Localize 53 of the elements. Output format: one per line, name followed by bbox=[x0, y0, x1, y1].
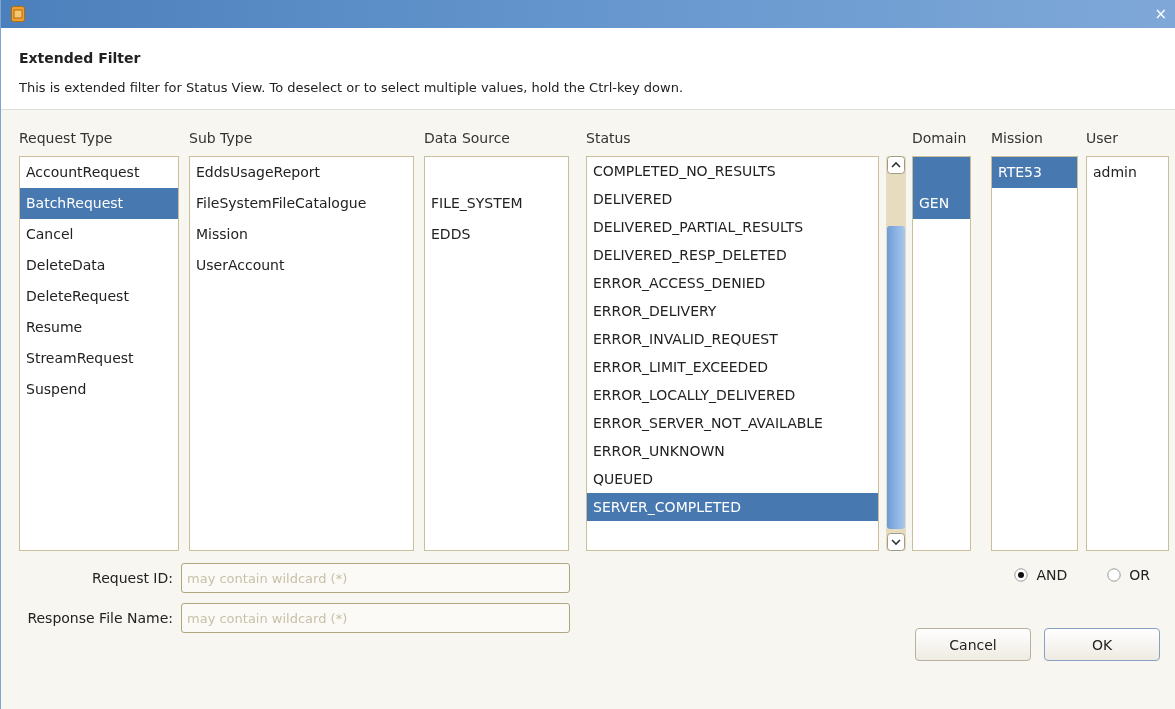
list-item[interactable]: AccountRequest bbox=[20, 157, 178, 188]
field-label: Request ID: bbox=[91, 570, 174, 586]
column-header: Data Source bbox=[424, 130, 511, 148]
window-icon bbox=[11, 6, 25, 22]
list-item[interactable]: Mission bbox=[190, 219, 413, 250]
list-item[interactable]: DELIVERED_RESP_DELETED bbox=[587, 241, 878, 269]
list-item[interactable]: ERROR_INVALID_REQUEST bbox=[587, 325, 878, 353]
dialog-button[interactable]: Cancel bbox=[915, 628, 1031, 661]
radio-icon[interactable] bbox=[1014, 568, 1029, 582]
dialog-description: This is extended filter for Status View. To deselect or to select multiple values, hold the Ctrl-key down. bbox=[19, 80, 685, 95]
list-item[interactable]: QUEUED bbox=[587, 465, 878, 493]
field-label: Response File Name: bbox=[26, 610, 174, 626]
list-item[interactable]: SERVER_COMPLETED bbox=[587, 493, 878, 521]
list-item[interactable]: Cancel bbox=[20, 219, 178, 250]
list-item[interactable]: EDDS bbox=[425, 219, 568, 250]
list-item[interactable]: ERROR_ACCESS_DENIED bbox=[587, 269, 878, 297]
list-item[interactable]: DeleteData bbox=[20, 250, 178, 281]
column-header: Request Type bbox=[19, 130, 114, 148]
column-header: Status bbox=[586, 130, 632, 148]
column-header: User bbox=[1086, 130, 1119, 148]
list-item[interactable]: COMPLETED_NO_RESULTS bbox=[587, 157, 878, 185]
input-field[interactable]: may contain wildcard (*) bbox=[181, 563, 570, 593]
scroll-down-icon[interactable] bbox=[887, 533, 905, 551]
list-item[interactable]: StreamRequest bbox=[20, 343, 178, 374]
list-item[interactable]: ERROR_SERVER_NOT_AVAILABLE bbox=[587, 409, 878, 437]
list-item[interactable]: ERROR_DELIVERY bbox=[587, 297, 878, 325]
list-item[interactable]: EddsUsageReport bbox=[190, 157, 413, 188]
column-header: Sub Type bbox=[189, 130, 254, 148]
column-header: Mission bbox=[991, 130, 1044, 148]
list-item[interactable]: BatchRequest bbox=[20, 188, 178, 219]
dialog-button[interactable]: OK bbox=[1044, 628, 1160, 661]
radio-icon[interactable] bbox=[1107, 568, 1122, 582]
list-item[interactable]: Suspend bbox=[20, 374, 178, 405]
list-item[interactable]: GEN bbox=[913, 188, 970, 219]
radio-button[interactable]: AND bbox=[1014, 567, 1068, 583]
input-field[interactable]: may contain wildcard (*) bbox=[181, 603, 570, 633]
list-item[interactable]: ERROR_LOCALLY_DELIVERED bbox=[587, 381, 878, 409]
list-item[interactable]: UserAccount bbox=[190, 250, 413, 281]
list-item[interactable]: ERROR_UNKNOWN bbox=[587, 437, 878, 465]
list-item[interactable]: DeleteRequest bbox=[20, 281, 178, 312]
scroll-up-icon[interactable] bbox=[887, 156, 905, 174]
dialog-title: Extended Filter bbox=[19, 50, 142, 66]
list-item[interactable]: FILE_SYSTEM bbox=[425, 188, 568, 219]
list-item[interactable]: Resume bbox=[20, 312, 178, 343]
scrollbar[interactable] bbox=[886, 156, 906, 551]
list-item[interactable]: DELIVERED bbox=[587, 185, 878, 213]
column-header: Domain bbox=[912, 130, 968, 148]
list-item[interactable]: admin bbox=[1087, 157, 1168, 188]
radio-button[interactable]: OR bbox=[1107, 567, 1150, 583]
list-item[interactable]: DELIVERED_PARTIAL_RESULTS bbox=[587, 213, 878, 241]
list-item[interactable]: RTE53 bbox=[992, 157, 1077, 188]
list-item[interactable]: ERROR_LIMIT_EXCEEDED bbox=[587, 353, 878, 381]
list-item[interactable]: FileSystemFileCatalogue bbox=[190, 188, 413, 219]
